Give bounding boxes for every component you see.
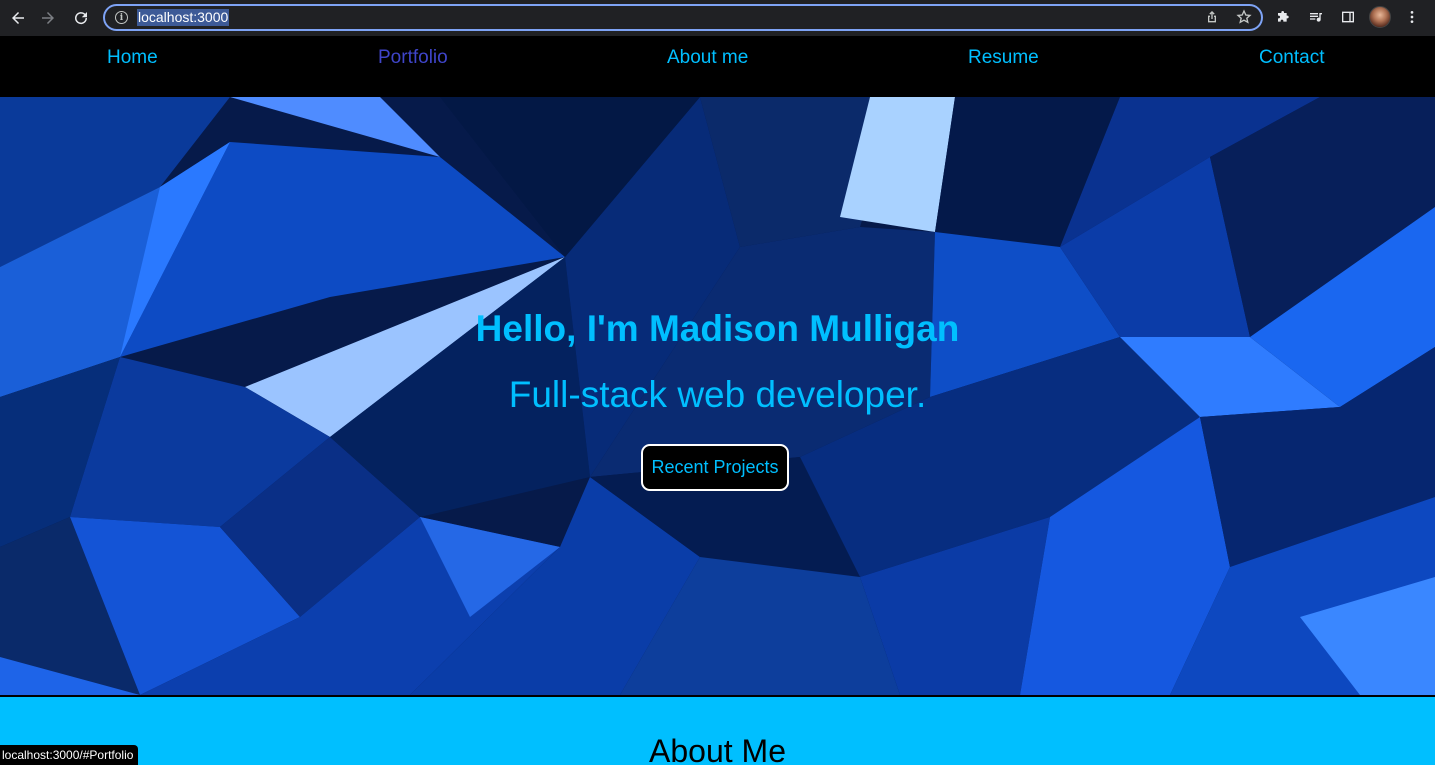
- hero-greeting: Hello, I'm Madison Mulligan: [475, 308, 960, 349]
- about-section: About Me: [0, 697, 1435, 765]
- browser-toolbar: i localhost:3000: [0, 0, 1435, 36]
- link-status-bubble: localhost:3000/#Portfolio: [0, 745, 139, 765]
- avatar[interactable]: [1369, 6, 1391, 28]
- info-icon[interactable]: i: [115, 11, 128, 24]
- media-queue-icon[interactable]: [1305, 5, 1327, 29]
- recent-projects-button[interactable]: Recent Projects: [641, 444, 789, 491]
- puzzle-icon[interactable]: [1273, 5, 1295, 29]
- side-panel-icon[interactable]: [1337, 5, 1359, 29]
- nav-contact[interactable]: Contact: [1259, 47, 1324, 69]
- nav-resume[interactable]: Resume: [968, 47, 1039, 69]
- nav-about-me[interactable]: About me: [667, 47, 748, 69]
- address-bar[interactable]: i localhost:3000: [103, 4, 1263, 31]
- nav-home[interactable]: Home: [107, 47, 158, 69]
- site-nav: Home Portfolio About me Resume Contact: [0, 36, 1435, 97]
- share-icon[interactable]: [1203, 8, 1221, 26]
- kebab-menu-icon[interactable]: [1401, 5, 1423, 29]
- arrow-left-icon[interactable]: [3, 3, 33, 33]
- star-icon[interactable]: [1235, 8, 1253, 26]
- arrow-right-icon[interactable]: [33, 3, 63, 33]
- nav-portfolio[interactable]: Portfolio: [378, 47, 448, 69]
- about-heading: About Me: [649, 733, 786, 765]
- hero-section: Hello, I'm Madison Mulligan Full-stack w…: [0, 97, 1435, 695]
- reload-icon[interactable]: [66, 3, 96, 33]
- url-text[interactable]: localhost:3000: [137, 9, 230, 26]
- hero-subtitle: Full-stack web developer.: [508, 374, 927, 415]
